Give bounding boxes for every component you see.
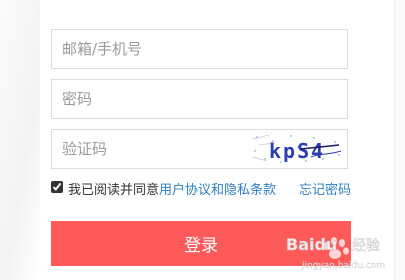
login-button[interactable]: 登录 [51,221,351,266]
scrollbar-edge [394,0,405,280]
agreement-text: 我已阅读并同意用户协议和隐私条款 [68,179,276,198]
password-field[interactable] [51,79,348,119]
watermark-suffix: 经验 [352,238,380,254]
agreement-row: 我已阅读并同意用户协议和隐私条款 忘记密码 [51,178,351,198]
password-input[interactable] [52,80,347,118]
captcha-text: kpS4 [269,139,325,163]
terms-link[interactable]: 用户协议和隐私条款 [159,183,276,198]
verification-code-field[interactable]: kpS4 [51,129,348,169]
email-phone-field[interactable] [51,29,348,69]
forgot-password-link[interactable]: 忘记密码 [299,179,351,198]
agreement-prefix: 我已阅读并同意 [68,183,160,198]
email-phone-input[interactable] [52,30,347,68]
agree-checkbox[interactable] [51,181,63,193]
verification-code-input[interactable] [52,130,242,168]
background-decoration [0,0,40,280]
captcha-image[interactable]: kpS4 [251,133,343,165]
